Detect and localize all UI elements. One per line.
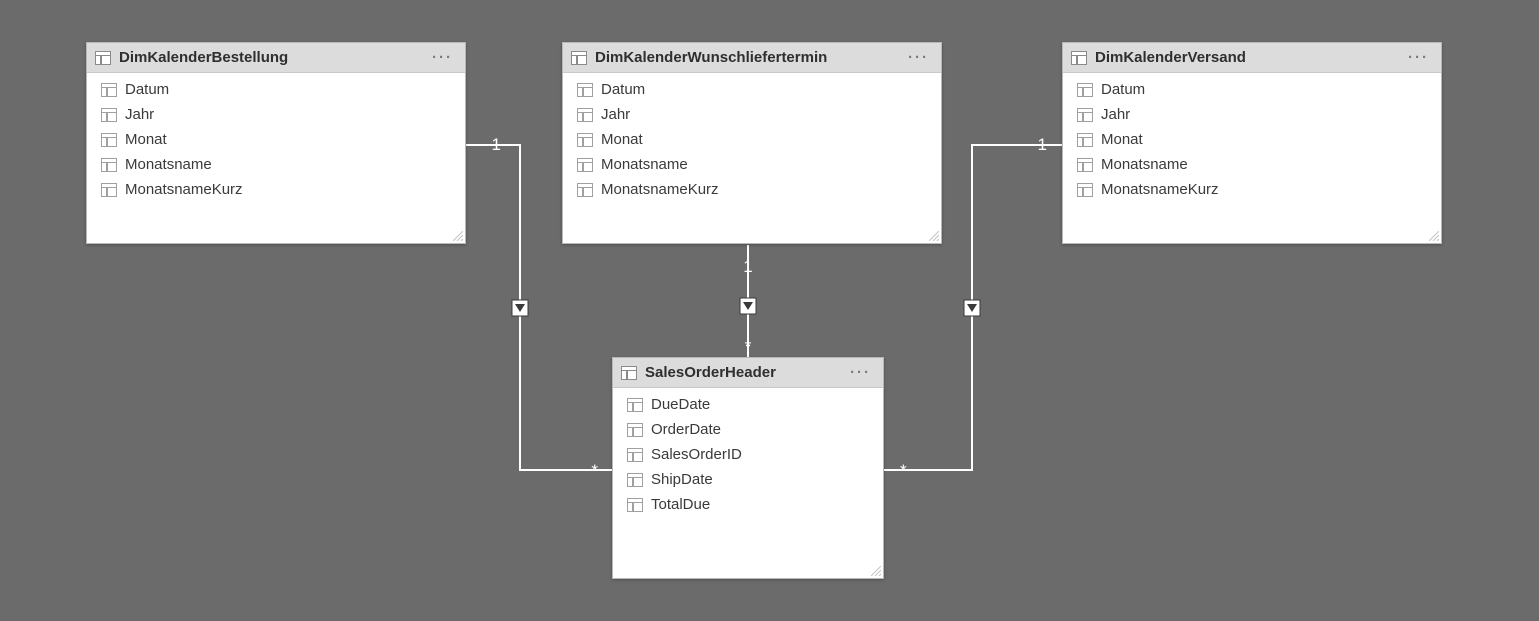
filter-direction-icon — [964, 300, 980, 316]
field-icon — [627, 398, 643, 412]
field-row[interactable]: Datum — [563, 77, 941, 102]
field-row[interactable]: DueDate — [613, 392, 883, 417]
resize-grip-icon[interactable] — [871, 566, 881, 576]
table-dimkalenderbestellung[interactable]: DimKalenderBestellung ··· Datum Jahr Mon… — [86, 42, 466, 244]
more-options-icon[interactable]: ··· — [1408, 49, 1433, 66]
field-label: TotalDue — [651, 496, 710, 513]
field-row[interactable]: Jahr — [1063, 102, 1441, 127]
field-icon — [101, 108, 117, 122]
field-label: ShipDate — [651, 471, 713, 488]
field-label: Monat — [1101, 131, 1143, 148]
field-row[interactable]: Monat — [563, 127, 941, 152]
field-icon — [1077, 108, 1093, 122]
field-row[interactable]: Jahr — [563, 102, 941, 127]
cardinality-many: * — [591, 461, 598, 480]
field-row[interactable]: Jahr — [87, 102, 465, 127]
field-icon — [1077, 183, 1093, 197]
field-label: Jahr — [1101, 106, 1130, 123]
table-body: Datum Jahr Monat Monatsname MonatsnameKu… — [563, 73, 941, 243]
filter-direction-icon — [512, 300, 528, 316]
resize-grip-icon[interactable] — [929, 231, 939, 241]
field-label: OrderDate — [651, 421, 721, 438]
field-label: Monat — [601, 131, 643, 148]
field-icon — [577, 83, 593, 97]
more-options-icon[interactable]: ··· — [850, 364, 875, 381]
field-label: Datum — [125, 81, 169, 98]
field-label: SalesOrderID — [651, 446, 742, 463]
field-row[interactable]: MonatsnameKurz — [563, 177, 941, 202]
field-row[interactable]: SalesOrderID — [613, 442, 883, 467]
field-label: Monat — [125, 131, 167, 148]
table-header[interactable]: DimKalenderWunschliefertermin ··· — [563, 43, 941, 73]
field-label: Jahr — [601, 106, 630, 123]
resize-grip-icon[interactable] — [453, 231, 463, 241]
table-icon — [1071, 51, 1087, 65]
field-icon — [1077, 83, 1093, 97]
table-header[interactable]: DimKalenderVersand ··· — [1063, 43, 1441, 73]
table-body: Datum Jahr Monat Monatsname MonatsnameKu… — [1063, 73, 1441, 243]
field-label: MonatsnameKurz — [1101, 181, 1219, 198]
table-salesorderheader[interactable]: SalesOrderHeader ··· DueDate OrderDate S… — [612, 357, 884, 579]
table-dimkalenderversand[interactable]: DimKalenderVersand ··· Datum Jahr Monat … — [1062, 42, 1442, 244]
field-icon — [627, 448, 643, 462]
table-icon — [95, 51, 111, 65]
field-row[interactable]: Monatsname — [563, 152, 941, 177]
field-label: Datum — [1101, 81, 1145, 98]
table-body: DueDate OrderDate SalesOrderID ShipDate … — [613, 388, 883, 578]
field-row[interactable]: Monatsname — [87, 152, 465, 177]
table-title: SalesOrderHeader — [645, 364, 842, 381]
cardinality-many: * — [745, 337, 752, 356]
field-icon — [101, 133, 117, 147]
field-icon — [101, 158, 117, 172]
field-row[interactable]: MonatsnameKurz — [1063, 177, 1441, 202]
field-icon — [627, 498, 643, 512]
table-header[interactable]: SalesOrderHeader ··· — [613, 358, 883, 388]
field-icon — [577, 183, 593, 197]
field-icon — [577, 158, 593, 172]
cardinality-one: 1 — [743, 257, 752, 276]
more-options-icon[interactable]: ··· — [432, 49, 457, 66]
filter-direction-icon — [740, 298, 756, 314]
cardinality-one: 1 — [1038, 135, 1047, 154]
field-icon — [577, 108, 593, 122]
field-row[interactable]: Monat — [87, 127, 465, 152]
table-icon — [571, 51, 587, 65]
more-options-icon[interactable]: ··· — [908, 49, 933, 66]
field-row[interactable]: ShipDate — [613, 467, 883, 492]
table-title: DimKalenderWunschliefertermin — [595, 49, 900, 66]
table-icon — [621, 366, 637, 380]
field-label: DueDate — [651, 396, 710, 413]
field-icon — [627, 473, 643, 487]
field-icon — [627, 423, 643, 437]
cardinality-one: 1 — [492, 135, 501, 154]
table-dimkalenderwunschliefertermin[interactable]: DimKalenderWunschliefertermin ··· Datum … — [562, 42, 942, 244]
field-row[interactable]: TotalDue — [613, 492, 883, 517]
field-row[interactable]: MonatsnameKurz — [87, 177, 465, 202]
resize-grip-icon[interactable] — [1429, 231, 1439, 241]
field-icon — [577, 133, 593, 147]
field-row[interactable]: Datum — [87, 77, 465, 102]
field-label: Monatsname — [1101, 156, 1188, 173]
table-title: DimKalenderVersand — [1095, 49, 1400, 66]
field-icon — [1077, 158, 1093, 172]
field-row[interactable]: Monatsname — [1063, 152, 1441, 177]
field-row[interactable]: Monat — [1063, 127, 1441, 152]
field-icon — [101, 83, 117, 97]
table-title: DimKalenderBestellung — [119, 49, 424, 66]
field-row[interactable]: OrderDate — [613, 417, 883, 442]
field-label: Monatsname — [601, 156, 688, 173]
field-icon — [101, 183, 117, 197]
field-label: MonatsnameKurz — [601, 181, 719, 198]
cardinality-many: * — [900, 461, 907, 480]
field-row[interactable]: Datum — [1063, 77, 1441, 102]
field-label: Jahr — [125, 106, 154, 123]
field-label: MonatsnameKurz — [125, 181, 243, 198]
table-body: Datum Jahr Monat Monatsname MonatsnameKu… — [87, 73, 465, 243]
field-label: Datum — [601, 81, 645, 98]
field-label: Monatsname — [125, 156, 212, 173]
table-header[interactable]: DimKalenderBestellung ··· — [87, 43, 465, 73]
field-icon — [1077, 133, 1093, 147]
